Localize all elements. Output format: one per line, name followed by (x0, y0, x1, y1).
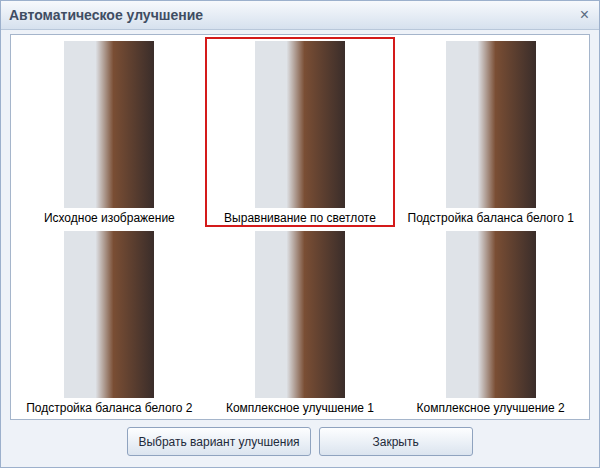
variant-caption: Комплексное улучшение 1 (226, 401, 374, 415)
variant-card[interactable]: Подстройка баланса белого 1 (395, 37, 586, 227)
variant-photo (446, 231, 536, 398)
variant-card[interactable]: Комплексное улучшение 1 (205, 227, 396, 417)
variant-photo (64, 231, 154, 398)
variant-photo (255, 41, 345, 208)
button-bar: Выбрать вариант улучшения Закрыть (1, 420, 599, 456)
variant-caption: Комплексное улучшение 2 (417, 401, 565, 415)
variant-card[interactable]: Исходное изображение (14, 37, 205, 227)
variants-grid: Исходное изображение Выравнивание по свет… (10, 34, 590, 420)
variant-caption: Исходное изображение (44, 211, 175, 225)
enhance-dialog: Автоматическое улучшение × Исходное изобра… (0, 0, 600, 468)
dialog-button[interactable]: Закрыть (319, 427, 473, 456)
variant-caption: Подстройка баланса белого 1 (408, 211, 574, 225)
variant-photo (255, 231, 345, 398)
variant-photo (64, 41, 154, 208)
close-icon[interactable]: × (580, 6, 589, 24)
variant-photo (446, 41, 536, 208)
variant-card[interactable]: Комплексное улучшение 2 (395, 227, 586, 417)
variant-card[interactable]: Подстройка баланса белого 2 (14, 227, 205, 417)
window-title: Автоматическое улучшение (9, 7, 203, 23)
variant-caption: Выравнивание по светлоте (224, 211, 376, 225)
dialog-button[interactable]: Выбрать вариант улучшения (127, 427, 310, 456)
variant-card[interactable]: Выравнивание по светлоте (205, 37, 396, 227)
variant-caption: Подстройка баланса белого 2 (26, 401, 192, 415)
title-bar: Автоматическое улучшение × (1, 1, 599, 30)
